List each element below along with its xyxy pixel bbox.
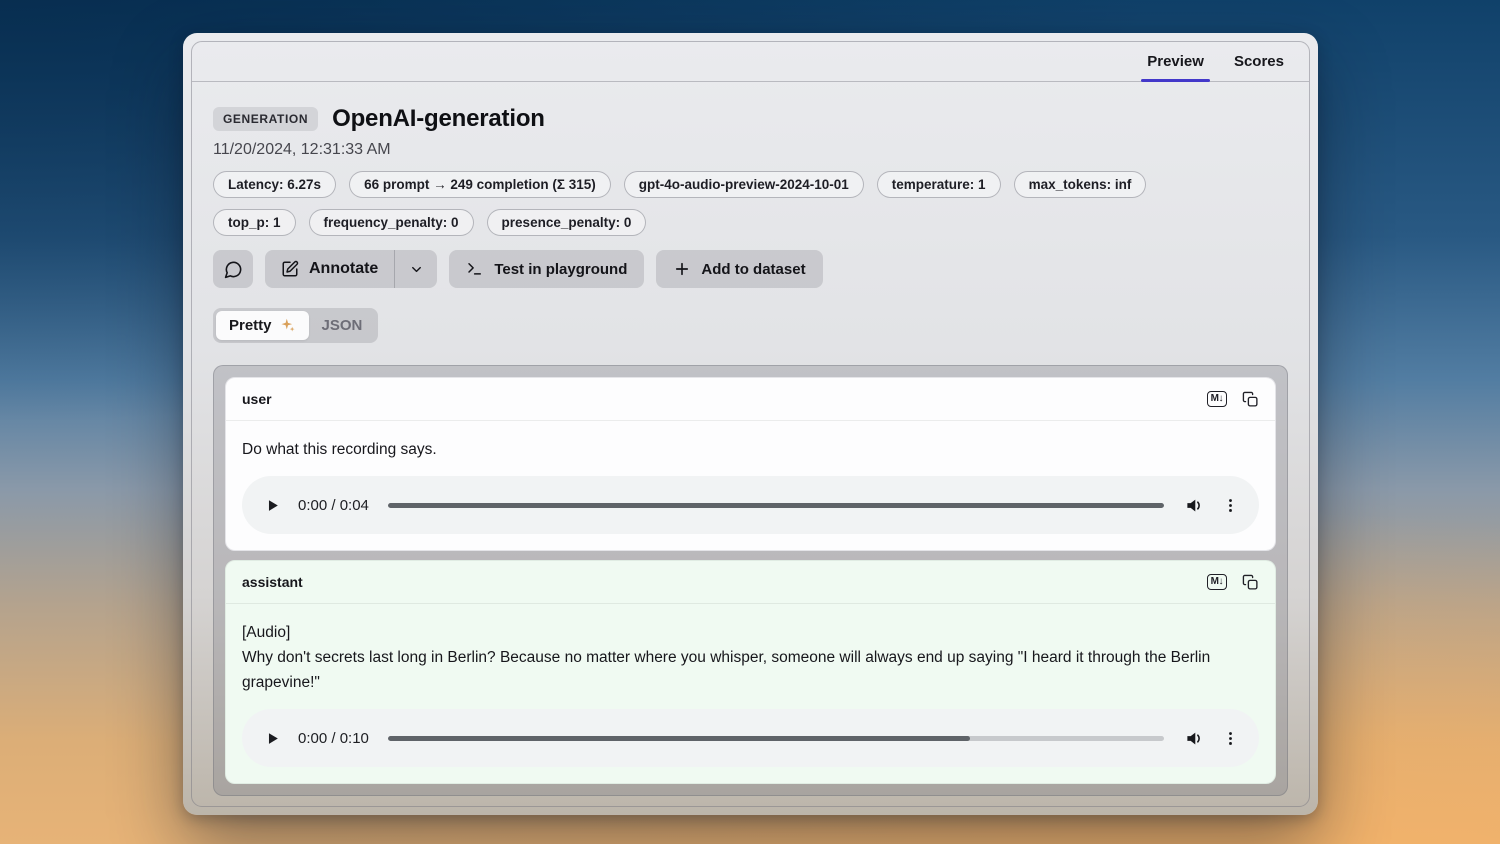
meta-badge: 66 prompt → 249 completion (Σ 315) bbox=[349, 171, 611, 198]
message-card-user: user M↓ Do what this recording says. 0:00 /… bbox=[225, 377, 1276, 551]
annotate-label: Annotate bbox=[309, 260, 378, 278]
badge-row: Latency: 6.27s 66 prompt → 249 completion… bbox=[213, 171, 1288, 198]
title-row: GENERATION OpenAI-generation bbox=[213, 104, 1288, 134]
tab-preview[interactable]: Preview bbox=[1132, 42, 1219, 81]
copy-icon[interactable] bbox=[1242, 574, 1259, 591]
message-card-assistant: assistant M↓ [Audio]Why don't secrets last… bbox=[225, 560, 1276, 784]
message-header: assistant M↓ bbox=[226, 561, 1275, 604]
message-header-icons: M↓ bbox=[1207, 574, 1259, 591]
comment-button[interactable] bbox=[213, 250, 253, 288]
meta-badge: Latency: 6.27s bbox=[213, 171, 336, 198]
copy-icon[interactable] bbox=[1242, 391, 1259, 408]
toggle-pretty[interactable]: Pretty bbox=[216, 311, 309, 340]
test-in-playground-button[interactable]: Test in playground bbox=[449, 250, 644, 288]
overflow-menu-icon[interactable] bbox=[1222, 497, 1239, 514]
badge-row: top_p: 1 frequency_penalty: 0 presence_pen… bbox=[213, 209, 1288, 236]
tab-bar: PreviewScores bbox=[192, 42, 1309, 82]
messages-container: user M↓ Do what this recording says. 0:00 /… bbox=[213, 365, 1288, 796]
chevron-down-icon bbox=[409, 262, 424, 277]
message-header: user M↓ bbox=[226, 378, 1275, 421]
observation-panel: PreviewScores GENERATION OpenAI-generati… bbox=[191, 41, 1310, 807]
meta-badges: Latency: 6.27s 66 prompt → 249 completion… bbox=[213, 171, 1288, 236]
annotate-split-button: Annotate bbox=[265, 250, 437, 288]
tab-scores[interactable]: Scores bbox=[1219, 42, 1299, 81]
play-icon[interactable] bbox=[264, 497, 281, 514]
audio-progress-fill bbox=[388, 736, 970, 741]
trace-detail-window: PreviewScores GENERATION OpenAI-generati… bbox=[183, 33, 1318, 815]
message-body: Do what this recording says. 0:00 / 0:04 bbox=[226, 421, 1275, 550]
annotate-button[interactable]: Annotate bbox=[265, 250, 394, 288]
timestamp: 11/20/2024, 12:31:33 AM bbox=[213, 141, 1288, 159]
meta-badge: top_p: 1 bbox=[213, 209, 296, 236]
json-label: JSON bbox=[322, 317, 363, 334]
observation-content: GENERATION OpenAI-generation 11/20/2024,… bbox=[192, 82, 1309, 796]
meta-badge: max_tokens: inf bbox=[1014, 171, 1147, 198]
message-body: [Audio]Why don't secrets last long in Be… bbox=[226, 604, 1275, 783]
pretty-label: Pretty bbox=[229, 317, 272, 334]
message-header-icons: M↓ bbox=[1207, 391, 1259, 408]
volume-icon[interactable] bbox=[1185, 729, 1204, 748]
message-role-label: user bbox=[242, 391, 272, 407]
active-tab-underline bbox=[1141, 79, 1210, 82]
observation-type-badge: GENERATION bbox=[213, 107, 318, 131]
playground-label: Test in playground bbox=[494, 261, 627, 278]
audio-time: 0:00 / 0:10 bbox=[298, 730, 369, 747]
annotate-dropdown-button[interactable] bbox=[395, 250, 437, 288]
message-text: Do what this recording says. bbox=[242, 437, 1259, 462]
message-text: [Audio] bbox=[242, 620, 1259, 645]
add-to-dataset-button[interactable]: Add to dataset bbox=[656, 250, 822, 288]
page-title: OpenAI-generation bbox=[332, 105, 545, 133]
play-icon[interactable] bbox=[264, 730, 281, 747]
view-toggle: Pretty JSON bbox=[213, 308, 378, 343]
markdown-toggle-icon[interactable]: M↓ bbox=[1207, 574, 1227, 590]
dataset-label: Add to dataset bbox=[701, 261, 805, 278]
comment-icon bbox=[224, 260, 243, 279]
audio-seek-bar[interactable] bbox=[388, 503, 1164, 508]
meta-badge: presence_penalty: 0 bbox=[487, 209, 647, 236]
message-role-label: assistant bbox=[242, 574, 303, 590]
meta-badge: gpt-4o-audio-preview-2024-10-01 bbox=[624, 171, 864, 198]
audio-time: 0:00 / 0:04 bbox=[298, 497, 369, 514]
audio-player[interactable]: 0:00 / 0:10 bbox=[242, 709, 1259, 767]
terminal-icon bbox=[466, 260, 484, 278]
audio-player[interactable]: 0:00 / 0:04 bbox=[242, 476, 1259, 534]
edit-icon bbox=[281, 260, 299, 278]
audio-seek-bar[interactable] bbox=[388, 736, 1164, 741]
toolbar: Annotate Test in playground bbox=[213, 250, 1288, 288]
audio-progress-fill bbox=[388, 503, 1164, 508]
meta-badge: temperature: 1 bbox=[877, 171, 1001, 198]
markdown-toggle-icon[interactable]: M↓ bbox=[1207, 391, 1227, 407]
plus-icon bbox=[673, 260, 691, 278]
sparkles-icon bbox=[279, 317, 296, 334]
message-text: Why don't secrets last long in Berlin? B… bbox=[242, 645, 1259, 695]
toggle-json[interactable]: JSON bbox=[309, 311, 376, 340]
overflow-menu-icon[interactable] bbox=[1222, 730, 1239, 747]
volume-icon[interactable] bbox=[1185, 496, 1204, 515]
meta-badge: frequency_penalty: 0 bbox=[309, 209, 474, 236]
